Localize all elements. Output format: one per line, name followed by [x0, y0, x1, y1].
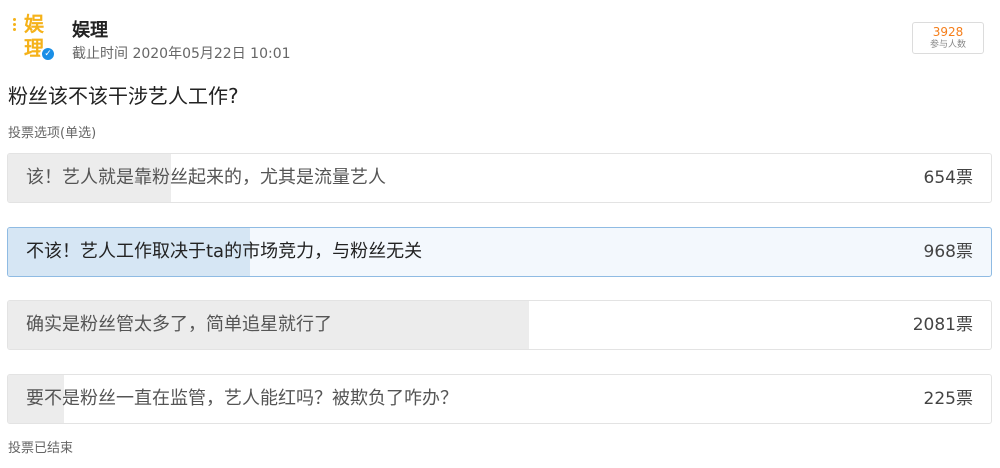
poll-option[interactable]: 不该！艺人工作取决于ta的市场竞力，与粉丝无关 968票 — [7, 227, 992, 277]
poll-header: 娱 理 ✓ 娱理 截止时间 2020年05月22日 10:01 3928 参与人… — [0, 0, 1000, 70]
poll-option[interactable]: 要不是粉丝一直在监管，艺人能红吗？被欺负了咋办？ 225票 — [7, 374, 992, 424]
poll-option-label: 不该！艺人工作取决于ta的市场竞力，与粉丝无关 — [26, 241, 423, 262]
poll-option-label: 该！艺人就是靠粉丝起来的，尤其是流量艺人 — [26, 167, 386, 188]
poll-option[interactable]: 该！艺人就是靠粉丝起来的，尤其是流量艺人 654票 — [7, 153, 992, 203]
poll-question: 粉丝该不该干涉艺人工作? — [8, 84, 239, 108]
poll-option-label: 确实是粉丝管太多了，简单追星就行了 — [26, 314, 332, 335]
poll-option-votes: 225票 — [923, 389, 973, 409]
logo-dots-icon — [10, 16, 20, 46]
participant-count-label: 参与人数 — [929, 40, 966, 50]
poll-status: 投票已结束 — [8, 441, 74, 456]
poll-type-label: 投票选项(单选) — [8, 126, 97, 141]
user-name[interactable]: 娱理 — [72, 16, 108, 42]
poll-option-label: 要不是粉丝一直在监管，艺人能红吗？被欺负了咋办？ — [26, 388, 458, 409]
participant-count: 3928 — [932, 25, 964, 39]
verified-badge-icon: ✓ — [40, 46, 56, 62]
poll-option-votes: 2081票 — [912, 315, 973, 335]
poll-option[interactable]: 确实是粉丝管太多了，简单追星就行了 2081票 — [7, 300, 992, 350]
deadline-text: 截止时间 2020年05月22日 10:01 — [72, 46, 291, 62]
participant-count-badge: 3928 参与人数 — [912, 22, 984, 54]
logo-char-1: 娱 — [24, 12, 44, 36]
poll-option-votes: 968票 — [923, 242, 973, 262]
poll-option-votes: 654票 — [923, 168, 973, 188]
